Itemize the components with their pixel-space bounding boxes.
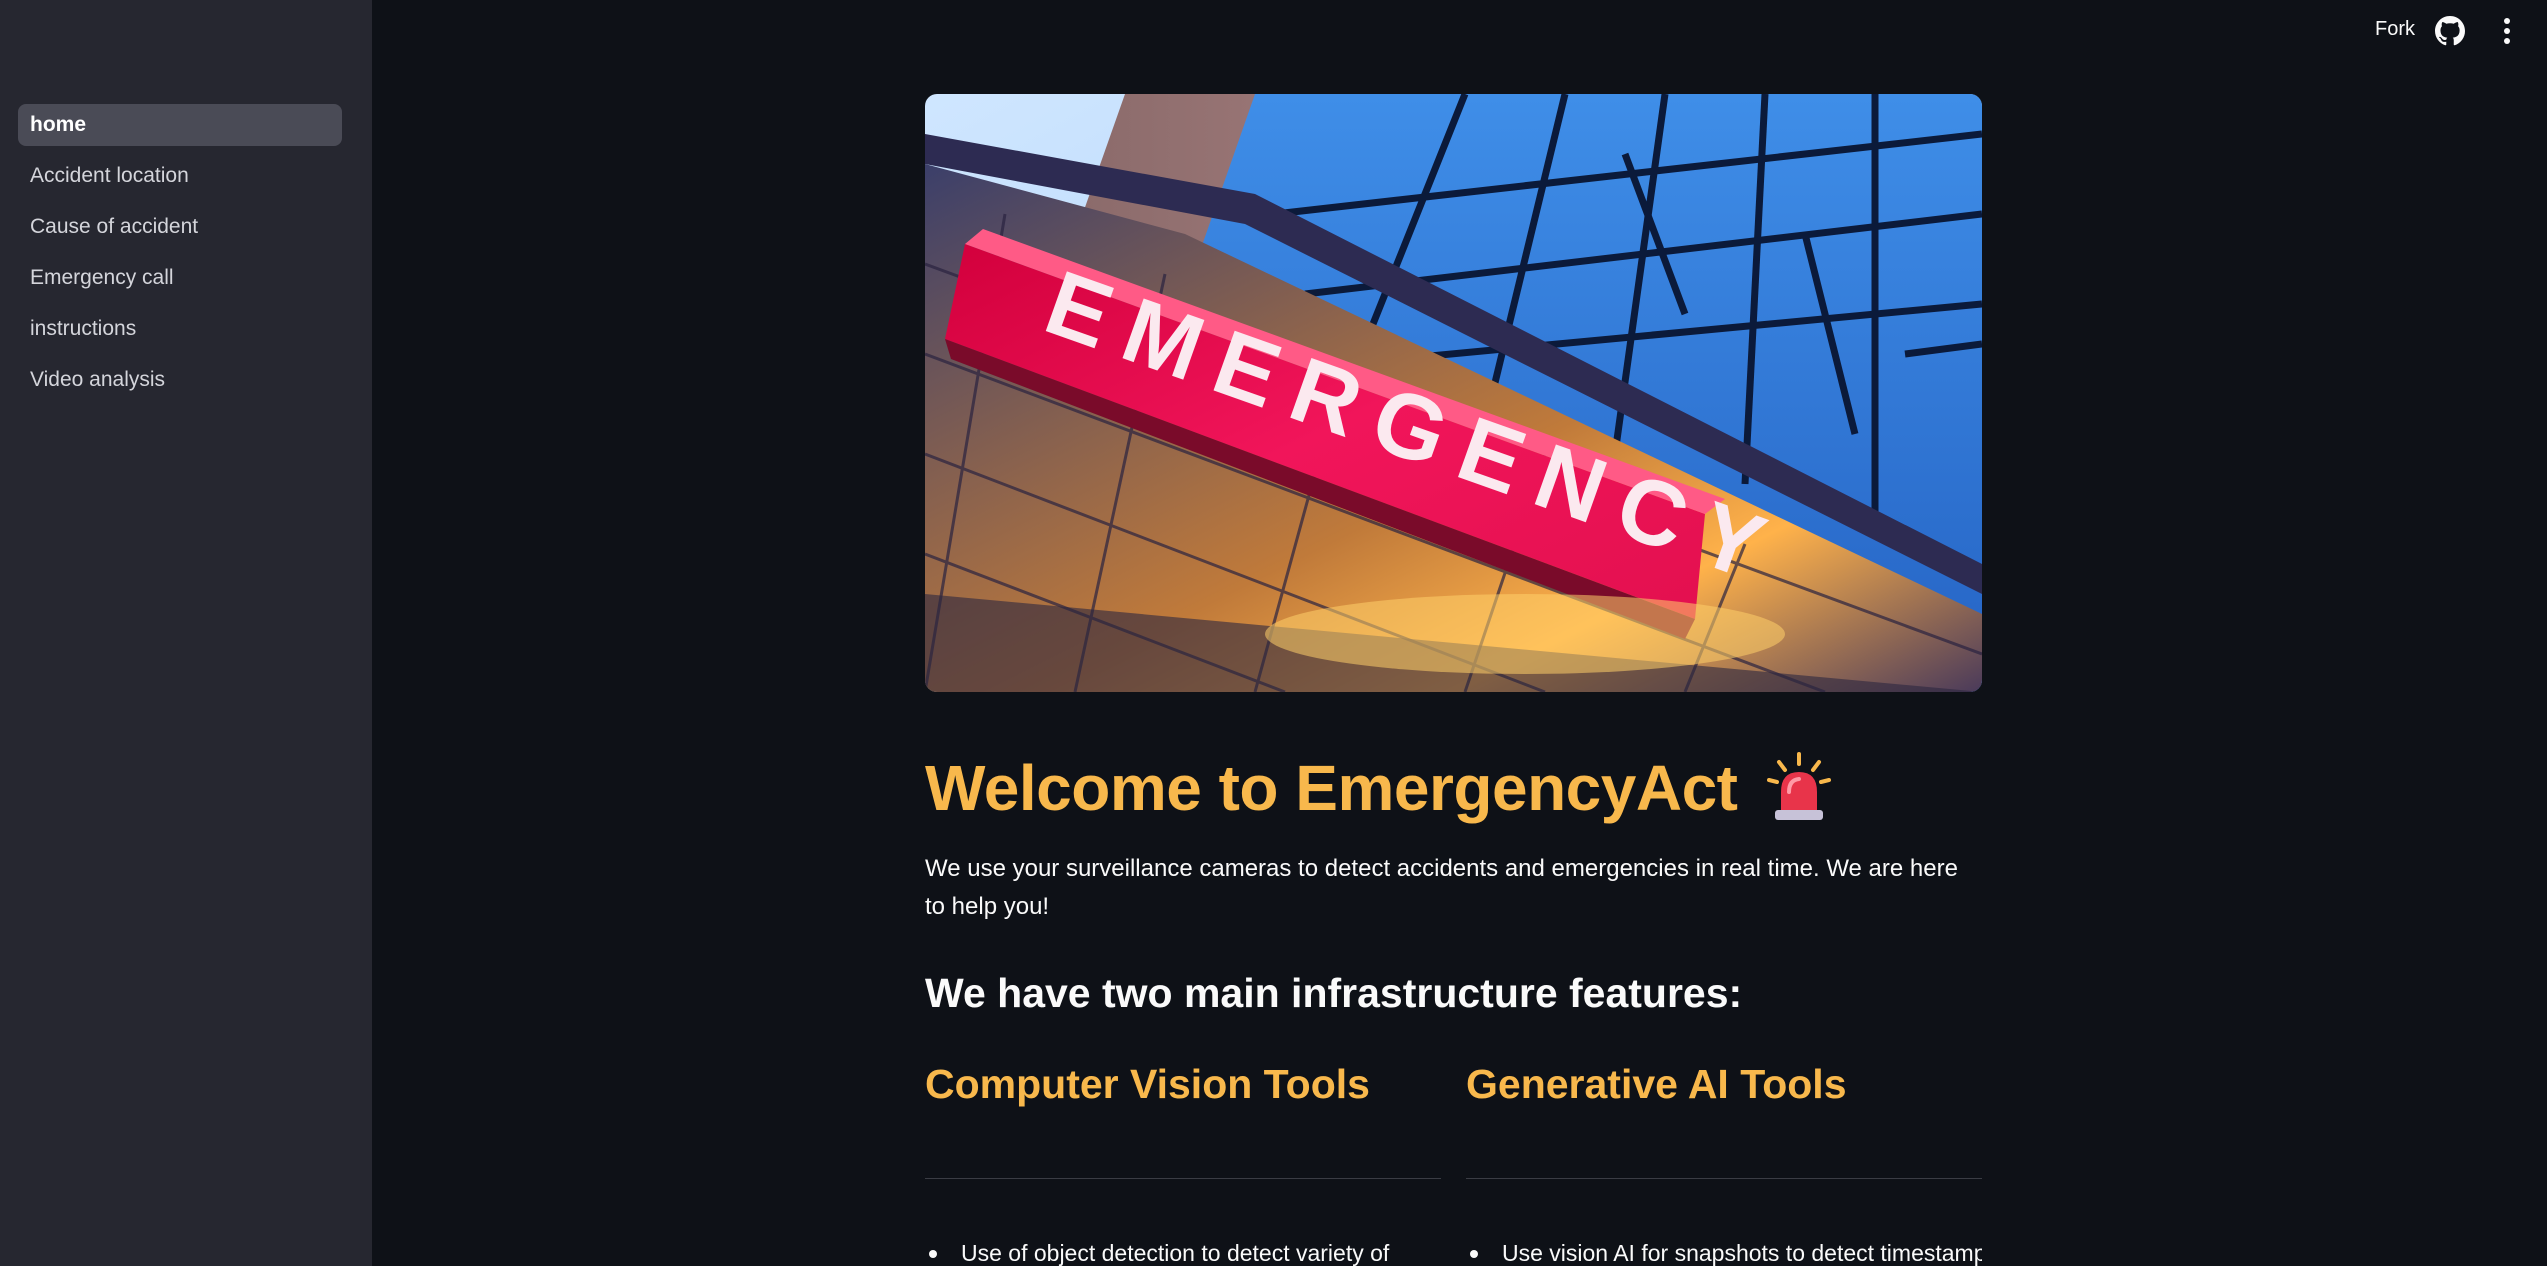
page-title: Welcome to EmergencyAct — [925, 752, 1738, 824]
menu-dot — [2504, 38, 2510, 44]
menu-dot — [2504, 18, 2510, 24]
feature-column-genai: Generative AI Tools Use vision AI for sn… — [1466, 1061, 1982, 1266]
app-root: home Accident location Cause of accident… — [0, 0, 2547, 1266]
divider — [925, 1178, 1441, 1179]
sidebar-item-instructions[interactable]: instructions — [18, 308, 342, 350]
main-content: EMERGENCY Welcome to EmergencyAct We use… — [925, 94, 1982, 1266]
more-vertical-icon[interactable] — [2503, 18, 2511, 44]
column-title: Computer Vision Tools — [925, 1061, 1370, 1107]
welcome-row: Welcome to EmergencyAct — [925, 748, 1982, 828]
sidebar-item-cause-of-accident[interactable]: Cause of accident — [18, 206, 342, 248]
intro-text: We use your surveillance cameras to dete… — [925, 855, 1958, 920]
column-title: Generative AI Tools — [1466, 1061, 1847, 1107]
feature-column-cv: Computer Vision Tools Use of object dete… — [925, 1061, 1441, 1266]
sidebar-nav: home Accident location Cause of accident… — [18, 104, 342, 410]
menu-dot — [2504, 28, 2510, 34]
sidebar-item-accident-location[interactable]: Accident location — [18, 155, 342, 197]
siren-icon — [1767, 752, 1832, 820]
list-item: Use of object detection to detect variet… — [925, 1237, 1441, 1266]
github-icon[interactable] — [2435, 16, 2465, 46]
hero-image: EMERGENCY — [925, 94, 1982, 692]
emergency-sign-illustration: EMERGENCY — [925, 94, 1982, 692]
sidebar-item-emergency-call[interactable]: Emergency call — [18, 257, 342, 299]
divider — [1466, 1178, 1982, 1179]
sidebar: home Accident location Cause of accident… — [0, 0, 372, 1266]
fork-button[interactable]: Fork — [2375, 18, 2415, 41]
feature-columns: Computer Vision Tools Use of object dete… — [925, 1061, 1982, 1266]
feature-list: Use of object detection to detect variet… — [925, 1237, 1441, 1266]
features-heading: We have two main infrastructure features… — [925, 970, 1743, 1016]
list-item: Use vision AI for snapshots to detect ti… — [1466, 1237, 1982, 1266]
top-header: Fork — [372, 0, 2547, 64]
sidebar-item-video-analysis[interactable]: Video analysis — [18, 359, 342, 401]
feature-list: Use vision AI for snapshots to detect ti… — [1466, 1237, 1982, 1266]
sidebar-item-home[interactable]: home — [18, 104, 342, 146]
